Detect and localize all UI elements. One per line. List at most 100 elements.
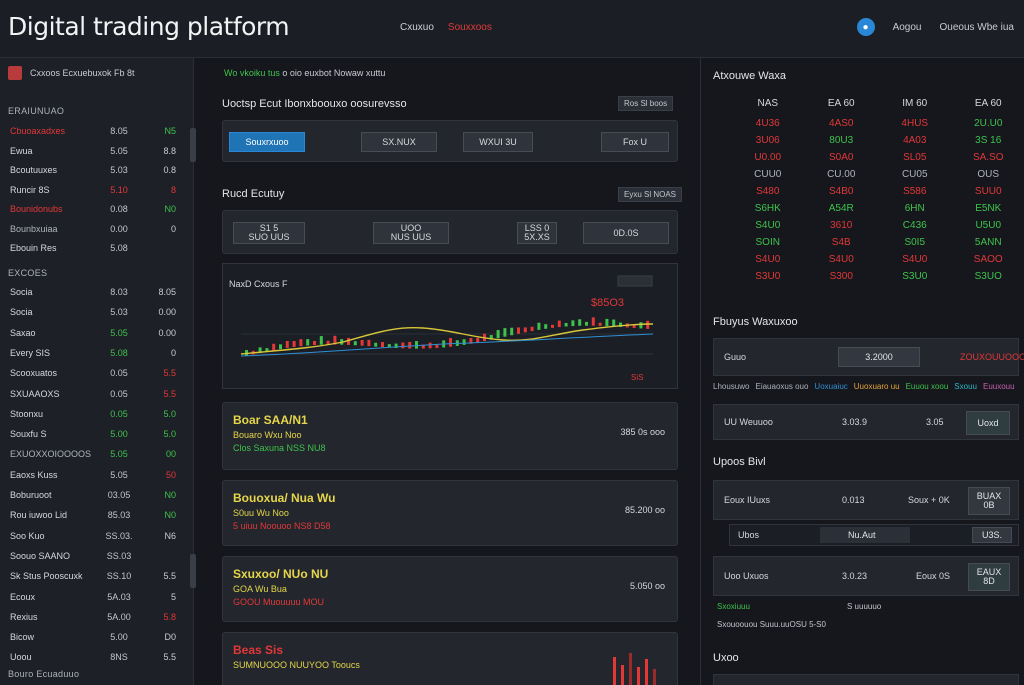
- watchlist-row[interactable]: Ewua 5.05 8.8: [10, 146, 180, 160]
- watchlist-row[interactable]: Sk Stus Pooscuxk SS.10 5.5: [10, 571, 180, 585]
- matrix-cell: SL05: [903, 152, 927, 163]
- matrix-row[interactable]: SOIN S4B S0I5 5ANN: [731, 237, 1024, 251]
- watchlist-price: 5.03: [110, 307, 128, 318]
- matrix-cell: CU.00: [827, 169, 856, 180]
- watchlist-change: 5.8: [163, 611, 176, 622]
- watchlist-row[interactable]: Bounbxuiaa 0.00 0: [10, 224, 180, 238]
- watchlist-row[interactable]: Cbuoaxadxes 8.05 N5: [10, 126, 180, 140]
- section-2-button-3[interactable]: LSS 0 5X.XS: [517, 222, 557, 244]
- section-2-button-1[interactable]: S1 5 SUO UUS: [233, 222, 305, 244]
- order-book-button[interactable]: EAUX 8D: [968, 563, 1010, 591]
- watchlist-row[interactable]: Stoonxu 0.05 5.0: [10, 409, 180, 423]
- watchlist-row[interactable]: EXUOXXOIOOOOS 5.05 00: [10, 449, 180, 463]
- watchlist-row[interactable]: Souxfu S 5.00 5.0: [10, 429, 180, 443]
- order-card-4[interactable]: Beas Sis SUMNUOOO NUUYOO Tooucs: [222, 632, 678, 685]
- section-1-card: Souxrxuoo SX.NUX WXUI 3U Fox U: [222, 120, 678, 162]
- order-card-subtitle: SUMNUOOO NUUYOO Tooucs: [233, 660, 360, 670]
- chart-toggle[interactable]: [617, 275, 653, 287]
- watchlist-row[interactable]: Socia 5.03 0.00: [10, 307, 180, 321]
- section-1-button-1[interactable]: Souxrxuoo: [229, 132, 305, 152]
- watchlist-price: 0.08: [110, 204, 128, 214]
- chart-candle: [646, 320, 650, 329]
- watchlist-row[interactable]: Rexius 5A.00 5.8: [10, 612, 180, 626]
- watchlist-price: 5.00: [110, 429, 128, 440]
- watchlist-row[interactable]: Bcoutuuxes 5.03 0.8: [10, 165, 180, 179]
- sidebar-scrollbar-2[interactable]: [190, 554, 196, 588]
- order-card-3[interactable]: Sxuxoo/ NUo NU GOA Wu Bua GOOU Muouuuu M…: [222, 556, 678, 622]
- matrix-row[interactable]: U0.00 S0A0 SL05 SA.SO: [731, 152, 1024, 166]
- order-card-subtitle: GOA Wu Bua: [233, 584, 287, 594]
- matrix-row[interactable]: S480 S4B0 S586 SUU0: [731, 186, 1024, 200]
- nav-link-1[interactable]: Cxuxuo: [400, 22, 434, 33]
- top-link-1[interactable]: Aogou: [893, 22, 922, 33]
- chart-candle: [306, 339, 310, 346]
- order-card-1[interactable]: Boar SAA/N1 Bouaro Wxu Noo Clos Saxuna N…: [222, 402, 678, 470]
- matrix-cell: 3U06: [755, 135, 780, 146]
- watchlist-row[interactable]: Ebouin Res 5.08: [10, 243, 180, 257]
- matrix-row[interactable]: S4U0 S4U0 S4U0 SAOO: [731, 254, 1024, 268]
- watchlist-change: 0: [170, 223, 176, 234]
- order-book-button[interactable]: U3S.: [972, 527, 1012, 543]
- watchlist-row[interactable]: Bounidonubs 0.08 N0: [10, 204, 180, 218]
- section-1-button-4[interactable]: Fox U: [601, 132, 669, 152]
- section-1-button-2[interactable]: SX.NUX: [361, 132, 437, 152]
- watchlist-price: 85.03: [107, 510, 131, 521]
- market-2-field[interactable]: 3.2000: [838, 347, 920, 367]
- section-1-button-3[interactable]: WXUI 3U: [463, 132, 533, 152]
- watchlist-row[interactable]: Runcir 8S 5.10 8: [10, 185, 180, 199]
- watchlist-symbol: EXUOXXOIOOOOS: [10, 449, 92, 460]
- ticker-line: Wo vkoiku tus o oio euxbot Nowaw xuttu: [224, 68, 385, 78]
- watchlist-price: 0.05: [110, 408, 128, 419]
- matrix-cell: C436: [902, 220, 927, 231]
- watchlist-row[interactable]: Scooxuatos 0.05 5.5: [10, 368, 180, 382]
- market-row-label: UU Weuuoo: [724, 417, 773, 427]
- price-chart[interactable]: NaxD Cxous F $85O3 SiS: [222, 263, 678, 389]
- matrix-row[interactable]: S3U0 S300 S3U0 S3UO: [731, 271, 1024, 285]
- watchlist-row[interactable]: Uoou 8NS 5.5: [10, 652, 180, 666]
- order-book-field[interactable]: Nu.Aut: [820, 527, 910, 543]
- watchlist-row[interactable]: SXUAAOXS 0.05 5.5: [10, 389, 180, 403]
- order-card-2[interactable]: Bouoxua/ Nua Wu S0uu Wu Noo 5 uiuu Noouo…: [222, 480, 678, 546]
- matrix-row[interactable]: 3U06 80U3 4A03 3S 16: [731, 135, 1024, 149]
- section-2-pill[interactable]: Eyxu Sl NOAS: [618, 187, 683, 202]
- section-2-button-4[interactable]: 0D.0S: [583, 222, 669, 244]
- watchlist-row[interactable]: Boburuoot 03.05 N0: [10, 490, 180, 504]
- top-link-2[interactable]: Oueous Wbe iua: [940, 22, 1015, 33]
- section-1-pill[interactable]: Ros Sl boos: [618, 96, 674, 111]
- matrix-row[interactable]: S4U0 3610 C436 U5U0: [731, 220, 1024, 234]
- watchlist-row[interactable]: Every SIS 5.08 0: [10, 348, 180, 362]
- matrix-row[interactable]: CUU0 CU.00 CU05 OUS: [731, 169, 1024, 183]
- matrix-row[interactable]: S6HK A54R 6HN E5NK: [731, 203, 1024, 217]
- user-icon[interactable]: ●: [856, 18, 875, 36]
- watchlist-row[interactable]: Socia 8.03 8.05: [10, 287, 180, 301]
- order-book-button[interactable]: BUAX 0B: [968, 487, 1010, 515]
- chart-candle: [319, 336, 323, 345]
- section-2-button-2[interactable]: UOO NUS UUS: [373, 222, 449, 244]
- watchlist-price: 5.03: [110, 165, 128, 175]
- matrix-row[interactable]: 4U36 4AS0 4HUS 2U.U0: [731, 118, 1024, 132]
- market-row-value: 3.03.9: [842, 417, 868, 427]
- watchlist-row[interactable]: Soouo SAANO SS.03: [10, 551, 180, 565]
- order-book-mid: Eoux 0S: [916, 571, 951, 581]
- chart-candle: [503, 328, 507, 337]
- watchlist-row[interactable]: Ecoux 5A.03 5: [10, 592, 180, 606]
- nav-link-2[interactable]: Souxxoos: [448, 22, 492, 33]
- matrix-col-4: EA 60: [974, 98, 1002, 109]
- watchlist-row[interactable]: Rou iuwoo Lid 85.03 N0: [10, 510, 180, 524]
- watchlist-row[interactable]: Eaoxs Kuss 5.05 50: [10, 470, 180, 484]
- chart-trend-line: [240, 323, 654, 355]
- footer-left: Sxoxiuuu: [717, 602, 750, 611]
- matrix-cell: 2U.U0: [974, 118, 1003, 129]
- watchlist-change: 0.00: [158, 307, 176, 318]
- market-2-label: Guuo: [724, 352, 747, 362]
- watchlist-row[interactable]: Bicow 5.00 D0: [10, 632, 180, 646]
- watchlist-row[interactable]: Soo Kuo SS.03. N6: [10, 531, 180, 545]
- sidebar-header: Cxxoos Ecxuebuxok Fb 8t: [8, 66, 135, 80]
- chart-candle: [374, 342, 378, 347]
- market-row-button[interactable]: Uoxd: [966, 411, 1010, 435]
- watchlist-row[interactable]: Saxao 5.05 0.00: [10, 328, 180, 342]
- market-2-card: Guuo 3.2000 ZOUXOUUOOOS: [713, 338, 1024, 376]
- watchlist-price: SS.03.: [105, 530, 133, 541]
- sidebar-scrollbar[interactable]: [190, 128, 196, 162]
- order-book-value: 0.013: [842, 495, 865, 505]
